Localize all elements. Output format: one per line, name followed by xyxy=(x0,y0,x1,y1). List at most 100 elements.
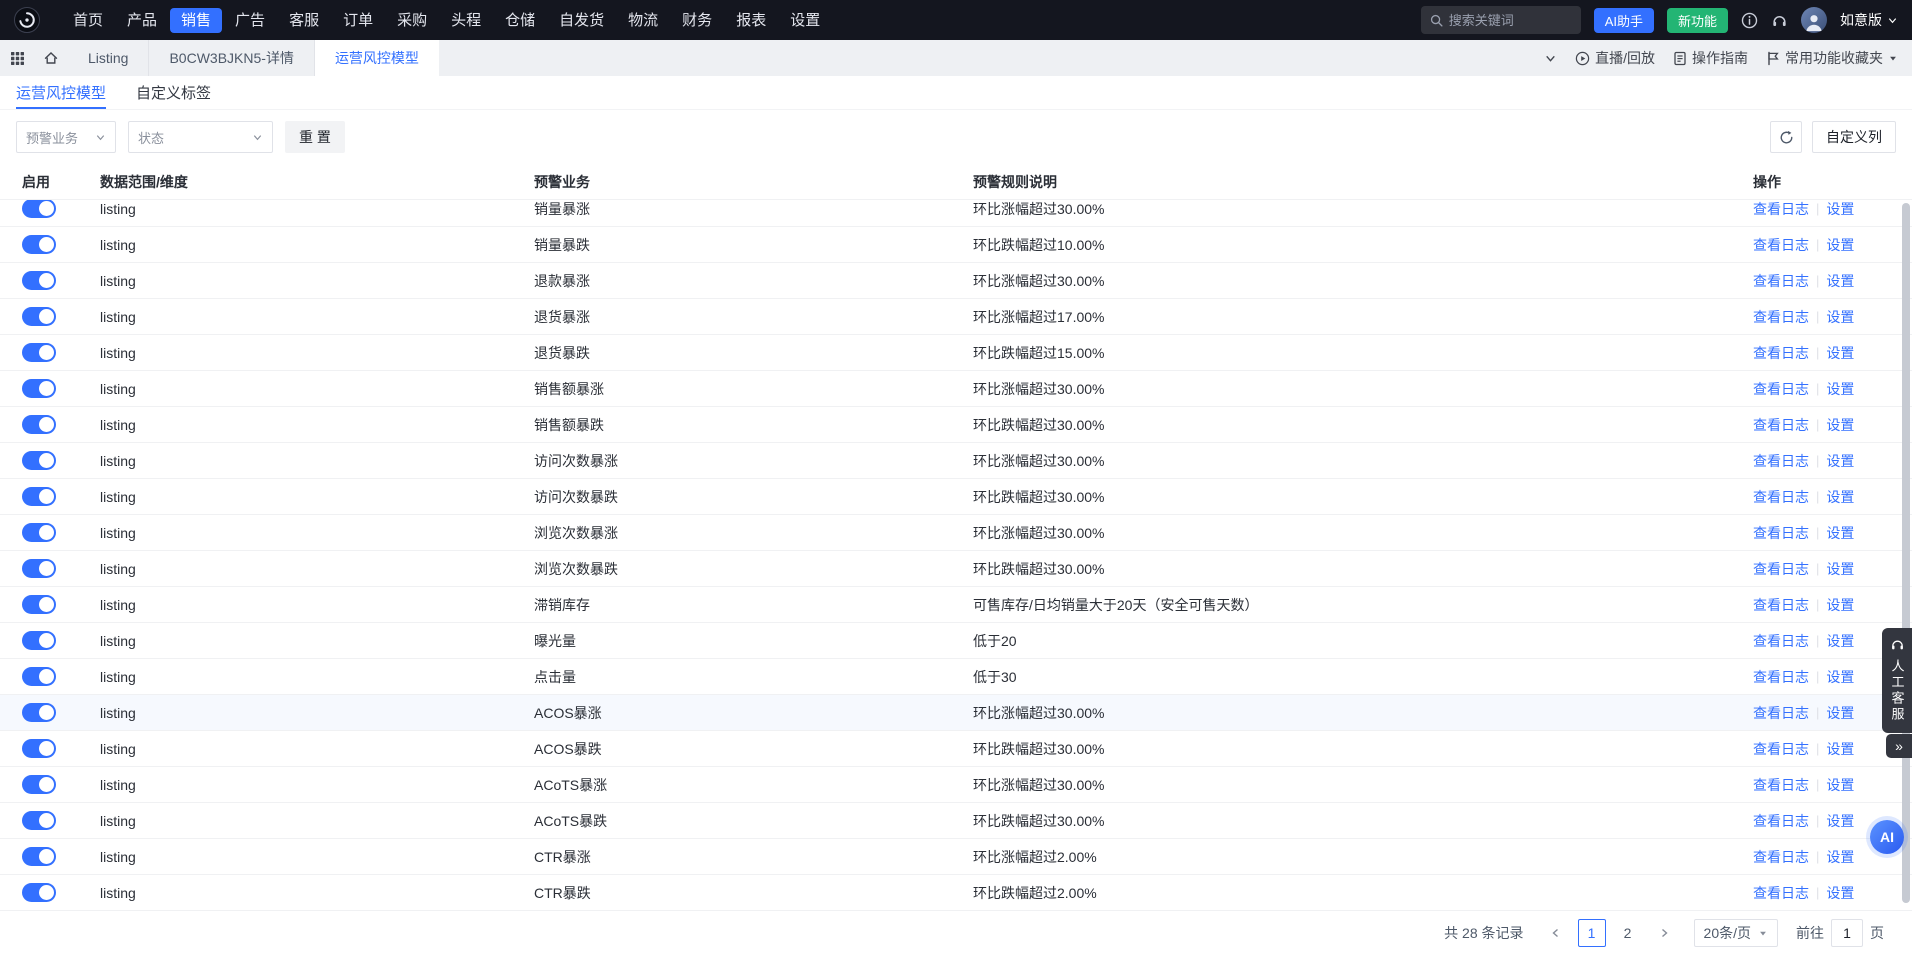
enable-toggle[interactable] xyxy=(22,559,56,578)
settings-link[interactable]: 设置 xyxy=(1826,487,1854,507)
goto-page-input[interactable] xyxy=(1831,919,1863,947)
view-log-link[interactable]: 查看日志 xyxy=(1753,451,1809,471)
status-select[interactable]: 状态 xyxy=(128,121,273,153)
nav-item[interactable]: 采购 xyxy=(386,8,438,33)
view-log-link[interactable]: 查看日志 xyxy=(1753,775,1809,795)
enable-toggle[interactable] xyxy=(22,667,56,686)
workspace-tab[interactable]: Listing xyxy=(68,40,149,76)
settings-link[interactable]: 设置 xyxy=(1826,847,1854,867)
headset-icon[interactable] xyxy=(1771,12,1788,29)
view-log-link[interactable]: 查看日志 xyxy=(1753,595,1809,615)
settings-link[interactable]: 设置 xyxy=(1826,775,1854,795)
home-icon[interactable] xyxy=(34,40,68,76)
settings-link[interactable]: 设置 xyxy=(1826,739,1854,759)
settings-link[interactable]: 设置 xyxy=(1826,559,1854,579)
view-log-link[interactable]: 查看日志 xyxy=(1753,200,1809,219)
view-log-link[interactable]: 查看日志 xyxy=(1753,739,1809,759)
nav-item[interactable]: 广告 xyxy=(224,8,276,33)
next-page-button[interactable] xyxy=(1650,919,1678,947)
enable-toggle[interactable] xyxy=(22,343,56,362)
nav-item[interactable]: 物流 xyxy=(617,8,669,33)
nav-item[interactable]: 销售 xyxy=(170,8,222,33)
enable-toggle[interactable] xyxy=(22,379,56,398)
enable-toggle[interactable] xyxy=(22,307,56,326)
settings-link[interactable]: 设置 xyxy=(1826,595,1854,615)
favorites-button[interactable]: 常用功能收藏夹 xyxy=(1766,48,1898,68)
settings-link[interactable]: 设置 xyxy=(1826,235,1854,255)
enable-toggle[interactable] xyxy=(22,235,56,254)
settings-link[interactable]: 设置 xyxy=(1826,883,1854,903)
page-number-button[interactable]: 2 xyxy=(1614,919,1642,947)
enable-toggle[interactable] xyxy=(22,487,56,506)
ai-assistant-button[interactable]: AI助手 xyxy=(1594,8,1654,33)
enable-toggle[interactable] xyxy=(22,595,56,614)
nav-item[interactable]: 设置 xyxy=(779,8,831,33)
page-number-button[interactable]: 1 xyxy=(1578,919,1606,947)
nav-item[interactable]: 订单 xyxy=(332,8,384,33)
settings-link[interactable]: 设置 xyxy=(1826,631,1854,651)
settings-link[interactable]: 设置 xyxy=(1826,200,1854,219)
nav-item[interactable]: 头程 xyxy=(440,8,492,33)
enable-toggle[interactable] xyxy=(22,451,56,470)
ai-floating-button[interactable]: AI xyxy=(1870,820,1904,854)
view-log-link[interactable]: 查看日志 xyxy=(1753,271,1809,291)
view-log-link[interactable]: 查看日志 xyxy=(1753,343,1809,363)
user-avatar[interactable] xyxy=(1801,7,1827,33)
view-log-link[interactable]: 查看日志 xyxy=(1753,379,1809,399)
settings-link[interactable]: 设置 xyxy=(1826,307,1854,327)
settings-link[interactable]: 设置 xyxy=(1826,451,1854,471)
view-log-link[interactable]: 查看日志 xyxy=(1753,487,1809,507)
enable-toggle[interactable] xyxy=(22,271,56,290)
view-log-link[interactable]: 查看日志 xyxy=(1753,811,1809,831)
reset-button[interactable]: 重 置 xyxy=(285,121,345,153)
nav-item[interactable]: 首页 xyxy=(62,8,114,33)
live-replay-button[interactable]: 直播/回放 xyxy=(1575,48,1655,68)
view-log-link[interactable]: 查看日志 xyxy=(1753,883,1809,903)
enable-toggle[interactable] xyxy=(22,739,56,758)
app-logo-icon[interactable] xyxy=(14,7,40,33)
nav-item[interactable]: 财务 xyxy=(671,8,723,33)
view-log-link[interactable]: 查看日志 xyxy=(1753,235,1809,255)
sub-tab[interactable]: 运营风控模型 xyxy=(16,76,106,109)
collapse-panel-button[interactable]: » xyxy=(1886,734,1912,758)
info-icon[interactable] xyxy=(1741,12,1758,29)
sub-tab[interactable]: 自定义标签 xyxy=(136,76,211,109)
global-search[interactable] xyxy=(1421,6,1581,34)
edition-switcher[interactable]: 如意版 xyxy=(1840,10,1898,30)
prev-page-button[interactable] xyxy=(1542,919,1570,947)
refresh-button[interactable] xyxy=(1770,121,1802,153)
view-log-link[interactable]: 查看日志 xyxy=(1753,307,1809,327)
workspace-tab[interactable]: B0CW3BJKN5-详情 xyxy=(149,40,314,76)
tab-list-chevron-icon[interactable] xyxy=(1544,52,1557,65)
nav-item[interactable]: 自发货 xyxy=(548,8,615,33)
settings-link[interactable]: 设置 xyxy=(1826,379,1854,399)
enable-toggle[interactable] xyxy=(22,415,56,434)
nav-item[interactable]: 仓储 xyxy=(494,8,546,33)
settings-link[interactable]: 设置 xyxy=(1826,271,1854,291)
nav-item[interactable]: 报表 xyxy=(725,8,777,33)
view-log-link[interactable]: 查看日志 xyxy=(1753,631,1809,651)
settings-link[interactable]: 设置 xyxy=(1826,415,1854,435)
settings-link[interactable]: 设置 xyxy=(1826,343,1854,363)
enable-toggle[interactable] xyxy=(22,523,56,542)
settings-link[interactable]: 设置 xyxy=(1826,667,1854,687)
view-log-link[interactable]: 查看日志 xyxy=(1753,523,1809,543)
view-log-link[interactable]: 查看日志 xyxy=(1753,415,1809,435)
nav-item[interactable]: 客服 xyxy=(278,8,330,33)
customer-service-button[interactable]: 人工客服 xyxy=(1882,628,1912,733)
scrollbar-thumb[interactable] xyxy=(1902,203,1910,903)
workspace-tab[interactable]: 运营风控模型 xyxy=(315,40,439,76)
search-input[interactable] xyxy=(1449,13,1559,28)
alert-business-select[interactable]: 预警业务 xyxy=(16,121,116,153)
guide-button[interactable]: 操作指南 xyxy=(1673,48,1748,68)
enable-toggle[interactable] xyxy=(22,200,56,218)
view-log-link[interactable]: 查看日志 xyxy=(1753,847,1809,867)
enable-toggle[interactable] xyxy=(22,883,56,902)
view-log-link[interactable]: 查看日志 xyxy=(1753,559,1809,579)
enable-toggle[interactable] xyxy=(22,847,56,866)
apps-grid-icon[interactable] xyxy=(0,40,34,76)
view-log-link[interactable]: 查看日志 xyxy=(1753,703,1809,723)
custom-columns-button[interactable]: 自定义列 xyxy=(1812,121,1896,153)
settings-link[interactable]: 设置 xyxy=(1826,703,1854,723)
new-feature-button[interactable]: 新功能 xyxy=(1667,8,1728,33)
